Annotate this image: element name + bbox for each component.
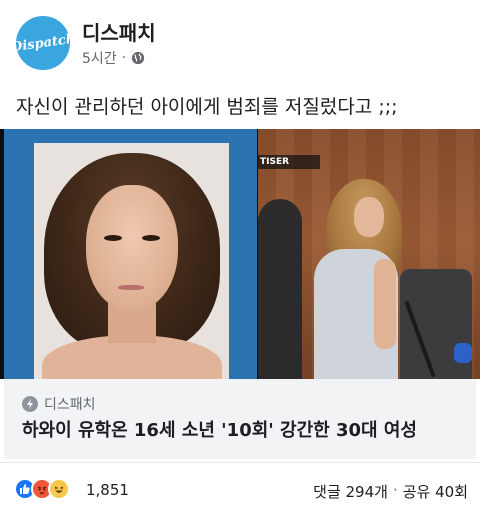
face-shape xyxy=(86,185,178,311)
man-figure xyxy=(258,199,302,379)
avatar-logo-text: Dispatch xyxy=(16,31,70,55)
reaction-count[interactable]: 1,851 xyxy=(86,481,129,499)
stats-separator: · xyxy=(392,481,398,499)
link-source-label: 디스패치 xyxy=(44,397,96,413)
blue-glove-shape xyxy=(454,343,472,363)
reaction-icons[interactable] xyxy=(14,478,70,500)
right-eye xyxy=(142,235,160,241)
woman-arm-shape xyxy=(374,259,396,349)
photo-tag: TISER xyxy=(258,155,320,169)
engagement-stats: 댓글 294개 · 공유 40회 xyxy=(313,481,468,502)
mugshot-photo xyxy=(4,129,257,379)
link-headline[interactable]: 하와이 유학온 16세 소년 '10회' 강간한 30대 여성 xyxy=(22,416,417,442)
left-eye xyxy=(104,235,122,241)
link-preview[interactable]: 디스패치 하와이 유학온 16세 소년 '10회' 강간한 30대 여성 xyxy=(4,379,476,459)
haha-icon xyxy=(48,478,70,500)
page-name[interactable]: 디스패치 xyxy=(82,17,156,46)
post-time[interactable]: 5시간 xyxy=(82,48,117,68)
mouth-shape xyxy=(118,285,144,290)
post-text: 자신이 관리하던 아이에게 범죄를 저질렀다고 ;;; xyxy=(16,96,398,118)
post-header: Dispatch 디스패치 5시간 · xyxy=(0,0,480,80)
comment-count[interactable]: 댓글 294개 xyxy=(313,481,388,502)
post-meta: 5시간 · xyxy=(82,48,145,68)
globe-icon xyxy=(132,51,145,65)
reactions-bar: 1,851 댓글 294개 · 공유 40회 xyxy=(0,470,480,512)
lightning-icon xyxy=(22,396,38,412)
woman-face-shape xyxy=(354,197,384,237)
share-count[interactable]: 공유 40회 xyxy=(403,481,468,502)
divider xyxy=(0,462,480,463)
meta-separator: · xyxy=(121,50,127,66)
link-source: 디스패치 xyxy=(22,394,96,414)
courtroom-photo: TISER xyxy=(258,129,480,379)
post-image[interactable]: TISER xyxy=(0,129,480,379)
page-avatar[interactable]: Dispatch xyxy=(16,16,70,70)
mugshot-frame xyxy=(34,143,229,379)
